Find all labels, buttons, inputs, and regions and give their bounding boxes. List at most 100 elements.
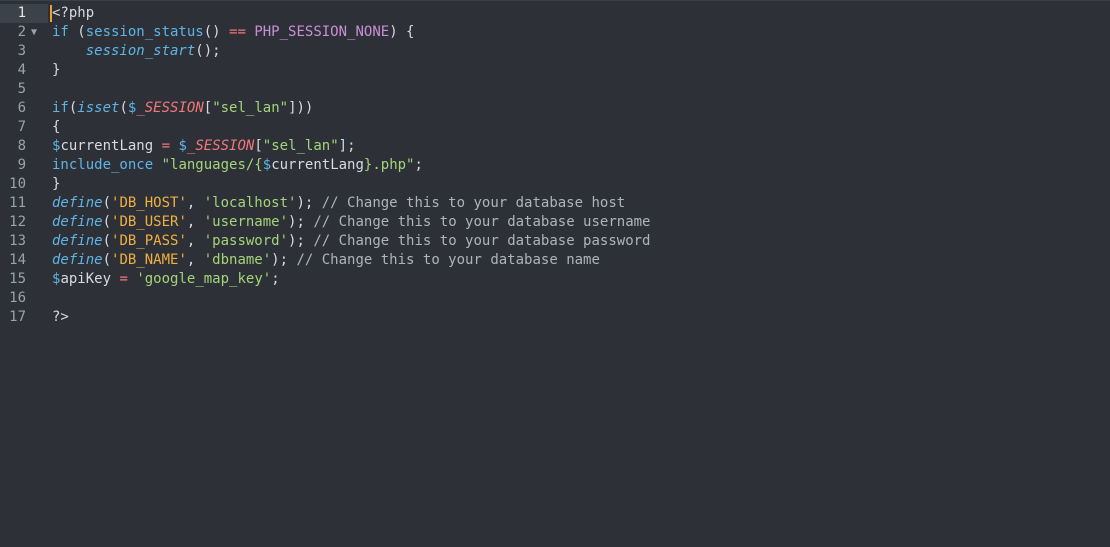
code-token: _SESSION [136, 100, 204, 116]
line-number-row[interactable]: 15 [0, 270, 48, 289]
code-token: 'DB_HOST' [111, 195, 187, 211]
code-token: if [52, 24, 69, 40]
code-token: ( [102, 214, 112, 230]
code-token: [ [203, 100, 213, 116]
code-token: , [186, 233, 204, 249]
code-line[interactable]: define('DB_PASS', 'password'); // Change… [52, 232, 1110, 251]
line-number: 10 [9, 176, 26, 192]
code-line[interactable] [52, 289, 1110, 308]
code-token: 'DB_USER' [111, 214, 187, 230]
line-number-row[interactable]: 10 [0, 175, 48, 194]
code-token: ( [68, 24, 86, 40]
line-number-row[interactable]: 14 [0, 251, 48, 270]
code-line[interactable]: session_start(); [52, 42, 1110, 61]
code-line[interactable]: include_once "languages/{$currentLang}.p… [52, 156, 1110, 175]
line-number: 6 [17, 100, 26, 116]
code-token: = [119, 271, 128, 287]
line-number: 16 [9, 290, 26, 306]
code-token: ( [102, 195, 112, 211]
code-token: // Change this to your database host [321, 195, 626, 211]
line-number-row[interactable]: 16 [0, 289, 48, 308]
line-number: 12 [9, 214, 26, 230]
line-number: 17 [9, 309, 26, 325]
line-number: 5 [17, 81, 26, 97]
line-number: 7 [17, 119, 26, 135]
code-line[interactable]: } [52, 175, 1110, 194]
code-token: define [52, 252, 103, 268]
code-token: = [161, 138, 171, 154]
code-token: ]; [338, 138, 356, 154]
code-token: { [52, 119, 61, 135]
fold-arrow-down-icon[interactable]: ▼ [31, 23, 37, 42]
code-line[interactable]: if(isset($_SESSION["sel_lan"])) [52, 99, 1110, 118]
code-token: ); [296, 195, 322, 211]
line-number-row[interactable]: 13 [0, 232, 48, 251]
line-number-gutter[interactable]: 1 2 ▼ 3 4 5 6 7 8 9 10 11 12 13 14 15 16 17 [0, 4, 48, 327]
code-token: define [52, 214, 103, 230]
code-token: "languages/{ [161, 157, 263, 173]
code-line[interactable]: define('DB_NAME', 'dbname'); // Change t… [52, 251, 1110, 270]
line-number: 3 [17, 43, 26, 59]
line-number-row[interactable]: 7 [0, 118, 48, 137]
code-line[interactable]: if (session_status() == PHP_SESSION_NONE… [52, 23, 1110, 42]
code-editor[interactable]: 1 2 ▼ 3 4 5 6 7 8 9 10 11 12 13 14 15 16 17 <?php if (sess… [0, 0, 1110, 547]
code-token: }.php" [363, 157, 415, 173]
code-line[interactable]: { [52, 118, 1110, 137]
line-number-row[interactable]: 8 [0, 137, 48, 156]
code-token: // Change this to your database password [313, 233, 651, 249]
code-token: isset [77, 100, 120, 116]
line-number-row[interactable]: 6 [0, 99, 48, 118]
code-token: == [229, 24, 246, 40]
line-number-row[interactable]: 9 [0, 156, 48, 175]
code-token: ) { [389, 24, 415, 40]
line-number-row[interactable]: 5 [0, 80, 48, 99]
code-line[interactable]: ?> [52, 308, 1110, 327]
line-number-row[interactable]: 12 [0, 213, 48, 232]
code-token: // Change this to your database username [313, 214, 651, 230]
line-number: 14 [9, 252, 26, 268]
code-token: 'DB_NAME' [111, 252, 187, 268]
code-token: ?> [52, 309, 69, 325]
code-token: ); [288, 214, 314, 230]
code-token: 'dbname' [203, 252, 272, 268]
line-number-row[interactable]: 17 [0, 308, 48, 327]
line-number-row[interactable]: 2 ▼ [0, 23, 48, 42]
code-token: $ [178, 138, 187, 154]
code-token: ])) [288, 100, 314, 116]
line-number: 1 [17, 5, 26, 21]
code-line[interactable] [52, 80, 1110, 99]
code-token: 'localhost' [203, 195, 297, 211]
line-number: 8 [17, 138, 26, 154]
code-token: , [186, 195, 204, 211]
line-number-row[interactable]: 3 [0, 42, 48, 61]
line-number-row[interactable]: 11 [0, 194, 48, 213]
code-token: ); [271, 252, 297, 268]
code-line[interactable]: $apiKey = 'google_map_key'; [52, 270, 1110, 289]
code-token: , [186, 252, 204, 268]
code-token: 'google_map_key' [136, 271, 272, 287]
code-line[interactable]: define('DB_USER', 'username'); // Change… [52, 213, 1110, 232]
code-line[interactable]: $currentLang = $_SESSION["sel_lan"]; [52, 137, 1110, 156]
code-token: session_start [85, 43, 196, 59]
code-token: 'password' [203, 233, 289, 249]
line-number: 9 [17, 157, 26, 173]
code-token: (); [195, 43, 221, 59]
line-number: 11 [9, 195, 26, 211]
code-line[interactable]: define('DB_HOST', 'localhost'); // Chang… [52, 194, 1110, 213]
code-token: // Change this to your database name [296, 252, 600, 268]
code-area[interactable]: <?php if (session_status() == PHP_SESSION… [52, 4, 1110, 327]
code-token: 'username' [203, 214, 289, 230]
line-number-row[interactable]: 1 [0, 4, 48, 23]
code-line[interactable]: <?php [52, 4, 1110, 23]
line-number: 15 [9, 271, 26, 287]
code-token: ); [288, 233, 314, 249]
code-token: 'DB_PASS' [111, 233, 187, 249]
code-line[interactable]: } [52, 61, 1110, 80]
code-token: $ [262, 157, 272, 173]
line-number-row[interactable]: 4 [0, 61, 48, 80]
code-token: "sel_lan" [262, 138, 339, 154]
code-token: define [52, 195, 103, 211]
code-token: ( [102, 252, 112, 268]
